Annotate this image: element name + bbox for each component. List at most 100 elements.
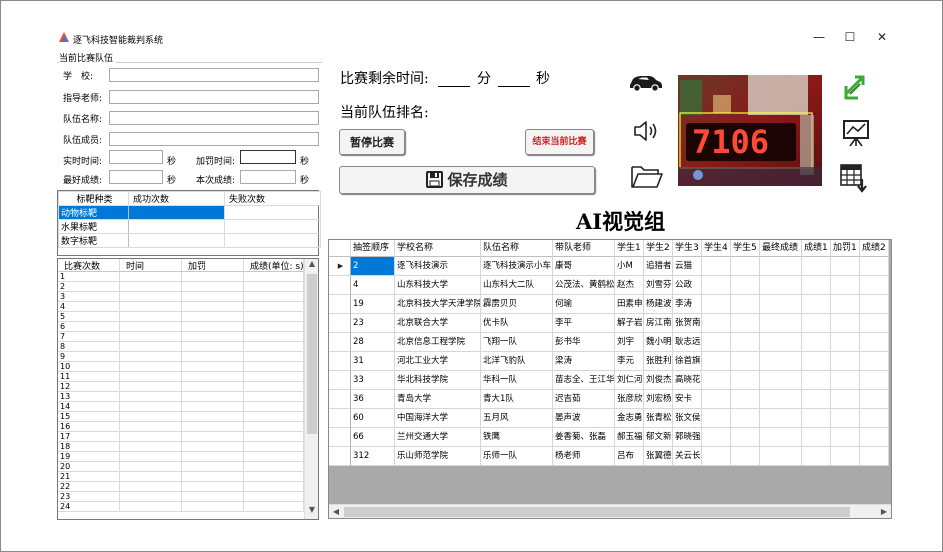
ranking-cell[interactable]: 霹雳贝贝 (481, 295, 553, 314)
target-header-kind[interactable]: 标靶种类 (58, 191, 129, 206)
table-export-icon[interactable] (839, 162, 871, 194)
ranking-cell[interactable] (731, 314, 760, 333)
attempt-time-cell[interactable] (120, 412, 182, 421)
team-name-field[interactable] (109, 111, 319, 125)
attempt-score-cell[interactable] (244, 422, 304, 431)
ranking-cell[interactable] (802, 447, 831, 466)
attempt-score-cell[interactable] (244, 402, 304, 411)
ranking-cell[interactable] (702, 333, 731, 352)
attempt-count-cell[interactable]: 2 (58, 282, 120, 291)
ranking-cell[interactable] (702, 295, 731, 314)
attempt-time-cell[interactable] (120, 322, 182, 331)
table-row[interactable]: 36 青岛大学 青大1队 迟吉茹 张彦欣 刘宏杨 安卡 (329, 390, 889, 409)
ranking-cell[interactable]: 刘仁河 (615, 371, 644, 390)
target-fail[interactable] (224, 205, 321, 220)
table-row[interactable]: 8 (58, 342, 304, 352)
attempt-time-cell[interactable] (120, 342, 182, 351)
attempt-score-cell[interactable] (244, 272, 304, 281)
ranking-cell[interactable]: 迟吉茹 (553, 390, 615, 409)
ranking-header-cell[interactable]: 学校名称 (395, 240, 481, 257)
attempt-score-cell[interactable] (244, 462, 304, 471)
table-row[interactable]: 14 (58, 402, 304, 412)
ranking-cell[interactable] (760, 447, 802, 466)
scroll-right-arrow-icon[interactable]: ▶ (877, 505, 891, 518)
ranking-cell[interactable] (731, 428, 760, 447)
target-kind[interactable]: 动物标靶 (58, 205, 129, 220)
attempt-penalty-cell[interactable] (182, 342, 244, 351)
penalty-field[interactable] (240, 150, 296, 164)
attempt-count-cell[interactable]: 15 (58, 412, 120, 421)
attempt-score-cell[interactable] (244, 322, 304, 331)
attempt-time-cell[interactable] (120, 302, 182, 311)
ranking-cell[interactable]: 杨老师 (553, 447, 615, 466)
ranking-cell[interactable]: 河北工业大学 (395, 352, 481, 371)
table-row[interactable]: 13 (58, 392, 304, 402)
ranking-cell[interactable]: 铁鹰 (481, 428, 553, 447)
ranking-cell[interactable]: 吕布 (615, 447, 644, 466)
table-row[interactable]: 3 (58, 292, 304, 302)
attempt-penalty-cell[interactable] (182, 422, 244, 431)
ranking-cell[interactable] (731, 276, 760, 295)
ranking-cell[interactable]: 李平 (553, 314, 615, 333)
ranking-cell[interactable]: 刘宏杨 (644, 390, 673, 409)
ranking-cell[interactable]: 逐飞科技演示小车 (481, 257, 553, 276)
ranking-cell[interactable] (831, 314, 860, 333)
attempt-penalty-cell[interactable] (182, 492, 244, 501)
ranking-cell[interactable]: 36 (351, 390, 395, 409)
table-row[interactable]: 22 (58, 482, 304, 492)
ranking-cell[interactable] (831, 257, 860, 276)
table-row[interactable]: 5 (58, 312, 304, 322)
attempt-penalty-cell[interactable] (182, 462, 244, 471)
ranking-cell[interactable] (731, 295, 760, 314)
ranking-cell[interactable]: 郝玉福 (615, 428, 644, 447)
attempt-time-cell[interactable] (120, 312, 182, 321)
attempt-penalty-cell[interactable] (182, 332, 244, 341)
ranking-cell[interactable] (702, 371, 731, 390)
ranking-cell[interactable]: 五月风 (481, 409, 553, 428)
ranking-cell[interactable]: 兰州交通大学 (395, 428, 481, 447)
attempt-count-cell[interactable]: 18 (58, 442, 120, 451)
attempt-score-cell[interactable] (244, 362, 304, 371)
ranking-cell[interactable]: 山东科大二队 (481, 276, 553, 295)
attempt-time-cell[interactable] (120, 362, 182, 371)
ranking-cell[interactable]: 19 (351, 295, 395, 314)
attempt-score-cell[interactable] (244, 412, 304, 421)
ranking-cell[interactable] (760, 352, 802, 371)
attempt-time-cell[interactable] (120, 502, 182, 511)
ranking-cell[interactable]: 中国海洋大学 (395, 409, 481, 428)
ranking-cell[interactable]: 彭书华 (553, 333, 615, 352)
ranking-header-cell[interactable]: 学生5 (731, 240, 760, 257)
target-header-fail[interactable]: 失败次数 (224, 191, 321, 206)
row-header[interactable] (329, 390, 351, 409)
ranking-cell[interactable]: 康哥 (553, 257, 615, 276)
ranking-hscrollbar[interactable]: ◀ ▶ (329, 504, 891, 518)
ranking-cell[interactable]: 31 (351, 352, 395, 371)
attempt-time-cell[interactable] (120, 402, 182, 411)
table-row[interactable]: 19 (58, 452, 304, 462)
attempt-penalty-cell[interactable] (182, 352, 244, 361)
scroll-down-arrow-icon[interactable]: ▼ (305, 505, 318, 519)
attempt-time-cell[interactable] (120, 442, 182, 451)
target-header-success[interactable]: 成功次数 (128, 191, 225, 206)
attempt-time-cell[interactable] (120, 352, 182, 361)
ranking-cell[interactable] (702, 447, 731, 466)
ranking-cell[interactable]: 追猎者 (644, 257, 673, 276)
ranking-cell[interactable]: 苗志全、王江华 (553, 371, 615, 390)
table-row[interactable]: 60 中国海洋大学 五月风 晏声波 金志勇 张青松 张文侯 (329, 409, 889, 428)
attempt-time-cell[interactable] (120, 332, 182, 341)
attempt-count-cell[interactable]: 9 (58, 352, 120, 361)
attempt-penalty-cell[interactable] (182, 402, 244, 411)
table-row[interactable]: 11 (58, 372, 304, 382)
attempt-penalty-cell[interactable] (182, 282, 244, 291)
ranking-cell[interactable]: 小M (615, 257, 644, 276)
ranking-cell[interactable] (702, 428, 731, 447)
attempt-time-cell[interactable] (120, 382, 182, 391)
teacher-field[interactable] (109, 90, 319, 104)
attempt-count-cell[interactable]: 20 (58, 462, 120, 471)
scroll-up-arrow-icon[interactable]: ▲ (305, 259, 318, 273)
ranking-cell[interactable]: 张贺南 (673, 314, 702, 333)
ranking-cell[interactable]: 赵杰 (615, 276, 644, 295)
attempt-score-cell[interactable] (244, 432, 304, 441)
ranking-cell[interactable]: 4 (351, 276, 395, 295)
attempt-count-cell[interactable]: 13 (58, 392, 120, 401)
